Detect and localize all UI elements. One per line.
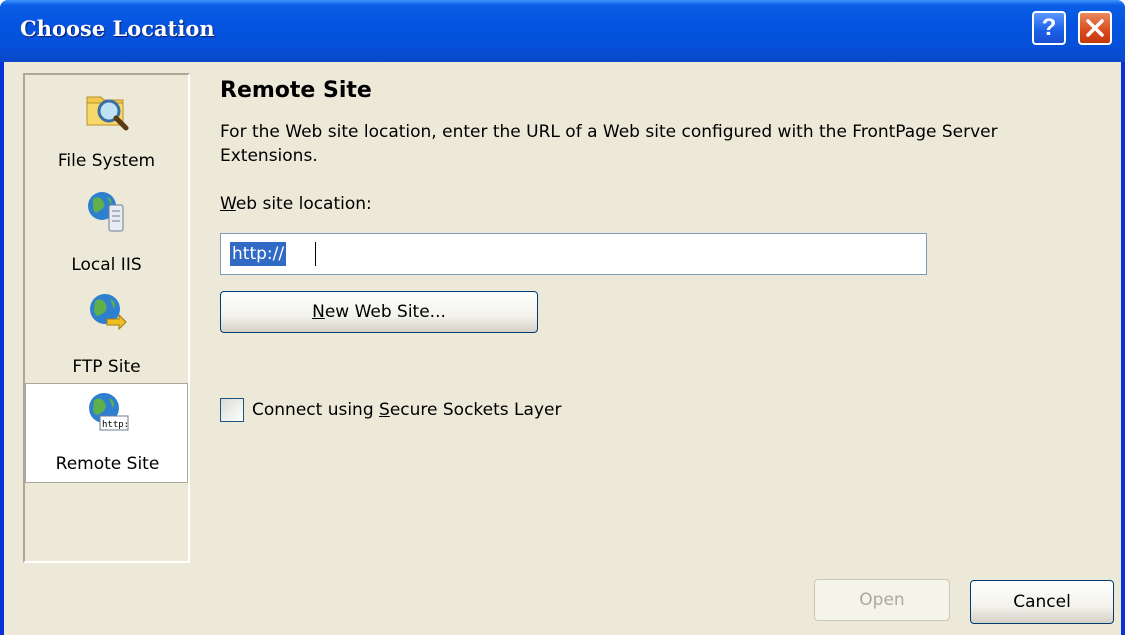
location-label-accesskey: W [220, 194, 236, 214]
svg-text:http:: http: [102, 420, 129, 430]
open-button[interactable]: Open [814, 579, 950, 621]
dialog-body: File System Local IIS FTP Site http: Rem… [4, 62, 1121, 635]
close-button[interactable] [1078, 11, 1112, 45]
web-site-location-input[interactable]: http:// [220, 233, 927, 275]
folder-search-icon [86, 96, 129, 131]
text-caret [315, 242, 316, 266]
ssl-label-accesskey: S [379, 400, 390, 420]
nav-item-remote-site[interactable]: http: Remote Site [25, 383, 188, 483]
title-bar[interactable]: Choose Location ? [0, 0, 1125, 62]
location-type-pane: File System Local IIS FTP Site http: Rem… [23, 73, 190, 563]
nav-label-ftp-site: FTP Site [72, 357, 141, 377]
help-button[interactable]: ? [1032, 11, 1066, 45]
close-icon [1086, 19, 1104, 37]
ftp-globe-icon [90, 294, 127, 331]
remote-site-globe-icon: http: [89, 393, 129, 431]
nav-item-local-iis[interactable]: Local IIS [25, 185, 188, 285]
new-site-label: ew Web Site... [324, 302, 446, 322]
new-web-site-button[interactable]: New Web Site... [220, 291, 538, 333]
help-icon: ? [1041, 14, 1057, 41]
ssl-checkbox[interactable] [220, 398, 244, 422]
nav-label-file-system: File System [57, 151, 156, 171]
nav-item-ftp-site[interactable]: FTP Site [25, 287, 188, 387]
ssl-checkbox-label[interactable]: Connect using Secure Sockets Layer [252, 398, 561, 422]
section-heading: Remote Site [220, 78, 372, 103]
new-site-accesskey: N [312, 302, 325, 322]
ssl-label-rest: ecure Sockets Layer [389, 400, 562, 420]
nav-label-local-iis: Local IIS [71, 255, 142, 275]
window-title: Choose Location [20, 16, 215, 41]
url-selected-text: http:// [230, 242, 287, 266]
cancel-button[interactable]: Cancel [970, 580, 1114, 624]
ssl-label-prefix: Connect using [252, 400, 380, 420]
local-iis-server-icon [88, 192, 124, 232]
choose-location-dialog: Choose Location ? File System Local IIS … [0, 0, 1125, 635]
web-site-location-label: Web site location: [220, 194, 372, 214]
nav-label-remote-site: Remote Site [55, 454, 160, 474]
location-label-text: eb site location: [235, 194, 372, 214]
section-description: For the Web site location, enter the URL… [220, 122, 998, 166]
nav-item-file-system[interactable]: File System [25, 77, 188, 181]
